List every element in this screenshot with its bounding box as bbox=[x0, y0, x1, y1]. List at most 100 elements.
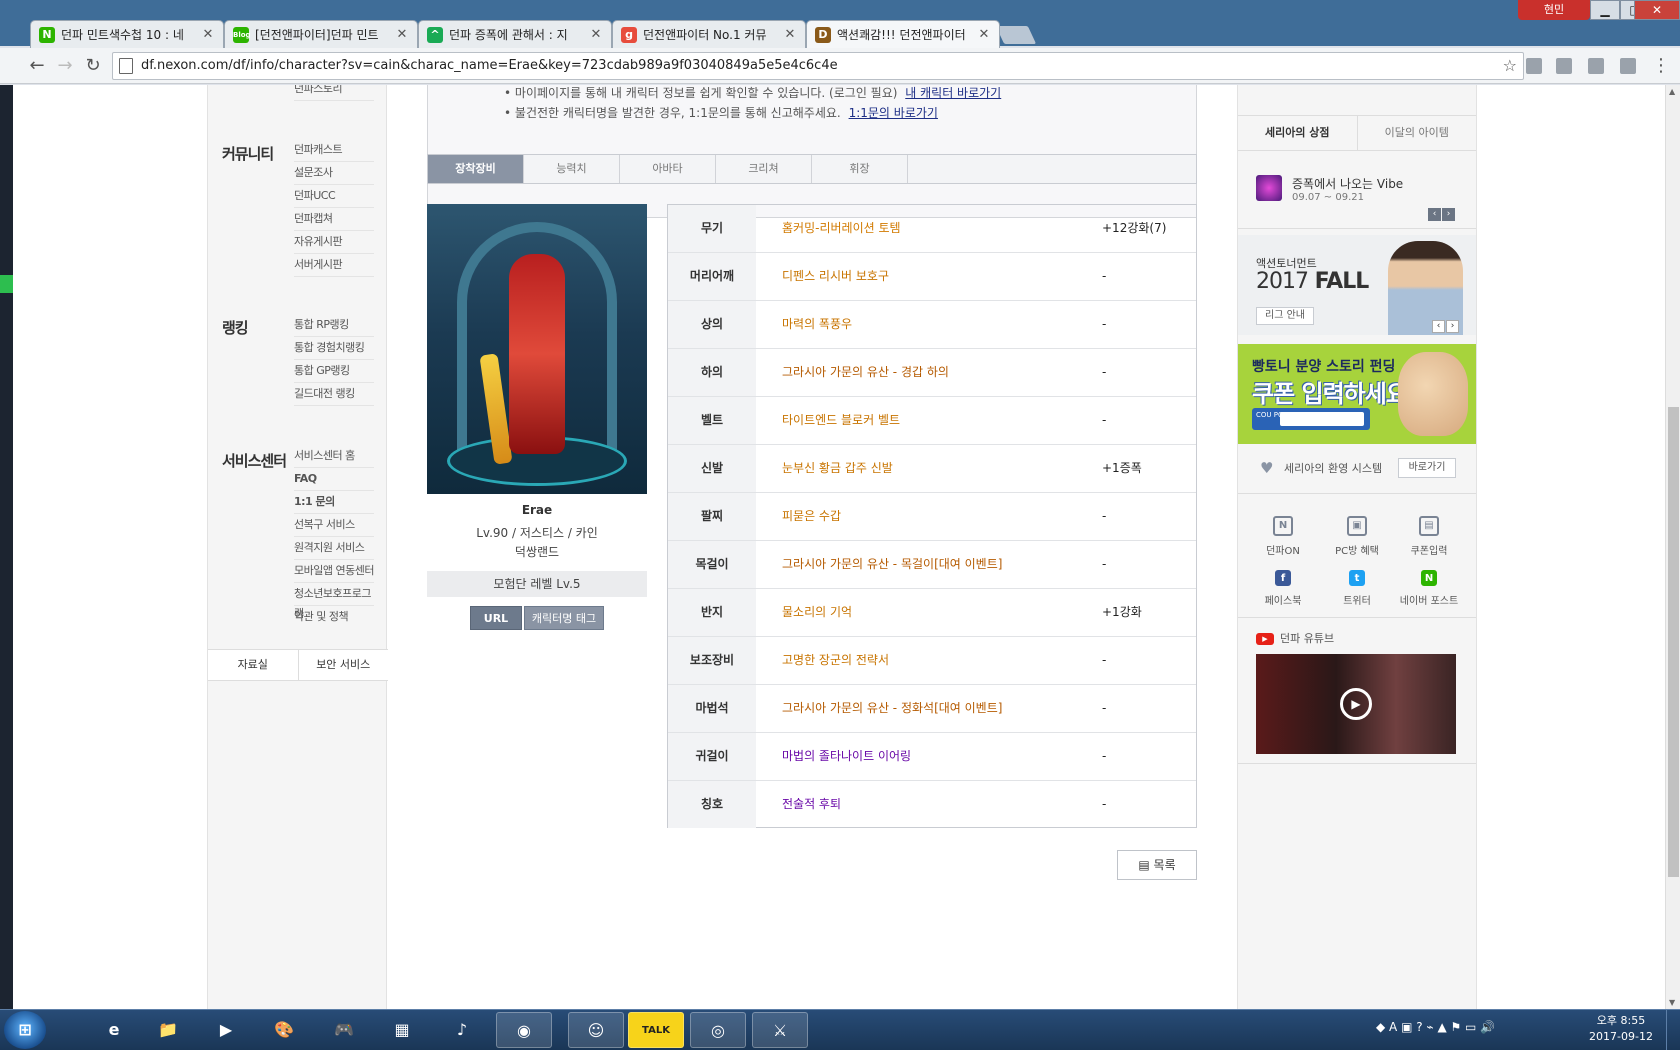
security-service-link[interactable]: 보안 서비스 bbox=[299, 650, 389, 680]
browser-tab-2[interactable]: Blog [던전앤파이터]던파 민트 ✕ bbox=[224, 20, 418, 48]
back-arrow-icon[interactable]: ← bbox=[24, 54, 50, 78]
nav-item[interactable]: 던파캐스트 bbox=[294, 140, 374, 162]
character-tag-button[interactable]: 캐릭터명 태그 bbox=[524, 606, 604, 630]
nav-item[interactable]: 청소년보호프로그램 bbox=[294, 584, 374, 620]
nav-item[interactable]: 통합 경험치랭킹 bbox=[294, 338, 374, 360]
scrollbar-thumb[interactable] bbox=[1668, 407, 1679, 877]
nav-item[interactable]: 서비스센터 홈 bbox=[294, 446, 374, 468]
close-tab-icon[interactable]: ✕ bbox=[201, 27, 215, 42]
nav-item[interactable]: 설문조사 bbox=[294, 163, 374, 185]
close-tab-icon[interactable]: ✕ bbox=[395, 27, 409, 42]
address-bar[interactable]: df.nexon.com/df/info/character?sv=cain&c… bbox=[112, 52, 1524, 80]
quick-dnf-on[interactable]: N 던파ON bbox=[1248, 516, 1318, 557]
nav-item[interactable]: 던파UCC bbox=[294, 186, 374, 208]
prev-arrow-icon[interactable]: ‹ bbox=[1428, 208, 1441, 221]
equipment-item-name[interactable]: 디펜스 리시버 보호구 bbox=[782, 253, 889, 300]
nav-item[interactable]: 선복구 서비스 bbox=[294, 515, 374, 537]
taskbar-app-icon[interactable]: ☺ bbox=[568, 1012, 624, 1048]
archive-link[interactable]: 자료실 bbox=[208, 650, 299, 680]
nav-item[interactable]: 원격지원 서비스 bbox=[294, 538, 374, 560]
equipment-item-name[interactable]: 타이트엔드 블로커 벨트 bbox=[782, 397, 900, 444]
taskbar-clock[interactable]: 오후 8:55 2017-09-12 bbox=[1586, 1013, 1656, 1045]
equipment-item-name[interactable]: 눈부신 황금 갑주 신발 bbox=[782, 445, 893, 492]
browser-tab-3[interactable]: ^ 던파 증폭에 관해서 : 지 ✕ bbox=[418, 20, 612, 48]
equipment-item-name[interactable]: 홈커밍-리버레이션 토템 bbox=[782, 205, 901, 252]
browser-tab-1[interactable]: N 던파 민트색수첩 10 : 네 ✕ bbox=[30, 20, 224, 48]
nav-item[interactable]: FAQ bbox=[294, 469, 374, 491]
start-button[interactable]: ⊞ bbox=[4, 1011, 46, 1049]
extension-icon[interactable] bbox=[1588, 58, 1604, 74]
nav-item[interactable]: 서버게시판 bbox=[294, 255, 374, 277]
equipment-item-name[interactable]: 고명한 장군의 전략서 bbox=[782, 637, 889, 684]
nav-item[interactable]: 통합 GP랭킹 bbox=[294, 361, 374, 383]
quick-pc-bang[interactable]: ▣ PC방 혜택 bbox=[1322, 516, 1392, 557]
scroll-up-arrow-icon[interactable]: ▲ bbox=[1669, 87, 1675, 96]
play-icon[interactable]: ▶ bbox=[1340, 688, 1372, 720]
nav-item[interactable]: 통합 RP랭킹 bbox=[294, 315, 374, 337]
equipment-item-name[interactable]: 전술적 후퇴 bbox=[782, 781, 841, 828]
tab-creature[interactable]: 크리쳐 bbox=[716, 155, 812, 183]
forward-arrow-icon[interactable]: → bbox=[52, 54, 78, 78]
taskbar-app-icon[interactable]: ▶ bbox=[198, 1012, 254, 1048]
nav-item[interactable]: 약관 및 정책 bbox=[294, 607, 374, 629]
taskbar-app-icon[interactable]: ◉ bbox=[496, 1012, 552, 1048]
equipment-item-name[interactable]: 피묻은 수갑 bbox=[782, 493, 841, 540]
extension-t-icon[interactable] bbox=[1526, 58, 1542, 74]
browser-tab-5-active[interactable]: D 액션쾌감!!! 던전앤파이터 ✕ bbox=[806, 20, 1000, 48]
tab-avatar[interactable]: 아바타 bbox=[620, 155, 716, 183]
nav-item-dnf-story[interactable]: 던파스토리 bbox=[294, 85, 374, 101]
download-extension-icon[interactable] bbox=[1556, 58, 1572, 74]
tab-stats[interactable]: 능력치 bbox=[524, 155, 620, 183]
inquiry-link[interactable]: 1:1문의 바로가기 bbox=[849, 106, 938, 120]
quick-twitter[interactable]: t 트위터 bbox=[1322, 570, 1392, 607]
url-button[interactable]: URL bbox=[470, 606, 522, 630]
minimize-button[interactable]: ▁ bbox=[1590, 0, 1620, 20]
close-tab-icon[interactable]: ✕ bbox=[783, 27, 797, 42]
welcome-go-button[interactable]: 바로가기 bbox=[1398, 458, 1456, 478]
close-tab-icon[interactable]: ✕ bbox=[589, 27, 603, 42]
league-info-button[interactable]: 리그 안내 bbox=[1256, 307, 1314, 325]
taskbar-app-icon[interactable]: TALK bbox=[628, 1012, 684, 1048]
profile-button[interactable]: 현민 bbox=[1518, 0, 1590, 20]
scroll-down-arrow-icon[interactable]: ▼ bbox=[1669, 998, 1675, 1007]
taskbar-app-icon[interactable]: ◎ bbox=[690, 1012, 746, 1048]
taskbar-app-icon[interactable]: e bbox=[86, 1012, 142, 1048]
tab-emblem[interactable]: 휘장 bbox=[812, 155, 908, 183]
taskbar-app-icon[interactable]: ▦ bbox=[374, 1012, 430, 1048]
close-tab-icon[interactable]: ✕ bbox=[977, 27, 991, 42]
show-desktop-button[interactable] bbox=[1666, 1010, 1680, 1050]
equipment-item-name[interactable]: 그라시아 가문의 유산 - 목걸이[대여 이벤트] bbox=[782, 541, 1002, 588]
quick-naver-post[interactable]: N 네이버 포스트 bbox=[1394, 570, 1464, 607]
taskbar-app-icon[interactable]: 📁 bbox=[140, 1012, 196, 1048]
taskbar-app-icon[interactable]: 🎮 bbox=[316, 1012, 372, 1048]
taskbar-app-icon[interactable]: ⚔ bbox=[752, 1012, 808, 1048]
nav-item[interactable]: 자유게시판 bbox=[294, 232, 374, 254]
next-arrow-icon[interactable]: › bbox=[1446, 320, 1459, 333]
tournament-banner[interactable]: 액션토너먼트 2017 FALL 리그 안내 ‹ › bbox=[1238, 235, 1476, 335]
taskbar-app-icon[interactable]: 🎨 bbox=[256, 1012, 312, 1048]
nav-item[interactable]: 1:1 문의 bbox=[294, 492, 374, 514]
equipment-item-name[interactable]: 마력의 폭풍우 bbox=[782, 301, 852, 348]
tab-seria-shop[interactable]: 세리아의 상점 bbox=[1238, 116, 1358, 150]
equipment-item-name[interactable]: 물소리의 기억 bbox=[782, 589, 852, 636]
my-character-link[interactable]: 내 캐릭터 바로가기 bbox=[905, 86, 1001, 100]
tab-equipment[interactable]: 장착장비 bbox=[428, 155, 524, 183]
prev-arrow-icon[interactable]: ‹ bbox=[1432, 320, 1445, 333]
tray-icons[interactable]: ◆ A ▣ ? ⌁ ▲ ⚑ ▭ 🔊 bbox=[1376, 1020, 1495, 1034]
equipment-item-name[interactable]: 그라시아 가문의 유산 - 정화석[대여 이벤트] bbox=[782, 685, 1002, 732]
tab-monthly-item[interactable]: 이달의 아이템 bbox=[1358, 116, 1477, 150]
bookmark-star-icon[interactable]: ☆ bbox=[1503, 53, 1517, 79]
taskbar-app-icon[interactable]: ♪ bbox=[434, 1012, 490, 1048]
coupon-banner[interactable]: 빵토니 분양 스토리 펀딩 쿠폰 입력하세요! COU PON bbox=[1238, 344, 1476, 444]
nav-item[interactable]: 길드대전 랭킹 bbox=[294, 384, 374, 406]
next-arrow-icon[interactable]: › bbox=[1442, 208, 1455, 221]
extension-icon[interactable] bbox=[1620, 58, 1636, 74]
list-button[interactable]: ▤ 목록 bbox=[1117, 850, 1197, 880]
nav-item[interactable]: 던파캡쳐 bbox=[294, 209, 374, 231]
window-close-button[interactable]: ✕ bbox=[1634, 0, 1680, 20]
vertical-scrollbar[interactable]: ▲ ▼ bbox=[1665, 85, 1680, 1009]
nav-item[interactable]: 모바일앱 연동센터 bbox=[294, 561, 374, 583]
browser-tab-4[interactable]: g 던전앤파이터 No.1 커뮤 ✕ bbox=[612, 20, 806, 48]
equipment-item-name[interactable]: 그라시아 가문의 유산 - 경갑 하의 bbox=[782, 349, 949, 396]
equipment-item-name[interactable]: 마법의 졸타나이트 이어링 bbox=[782, 733, 911, 780]
